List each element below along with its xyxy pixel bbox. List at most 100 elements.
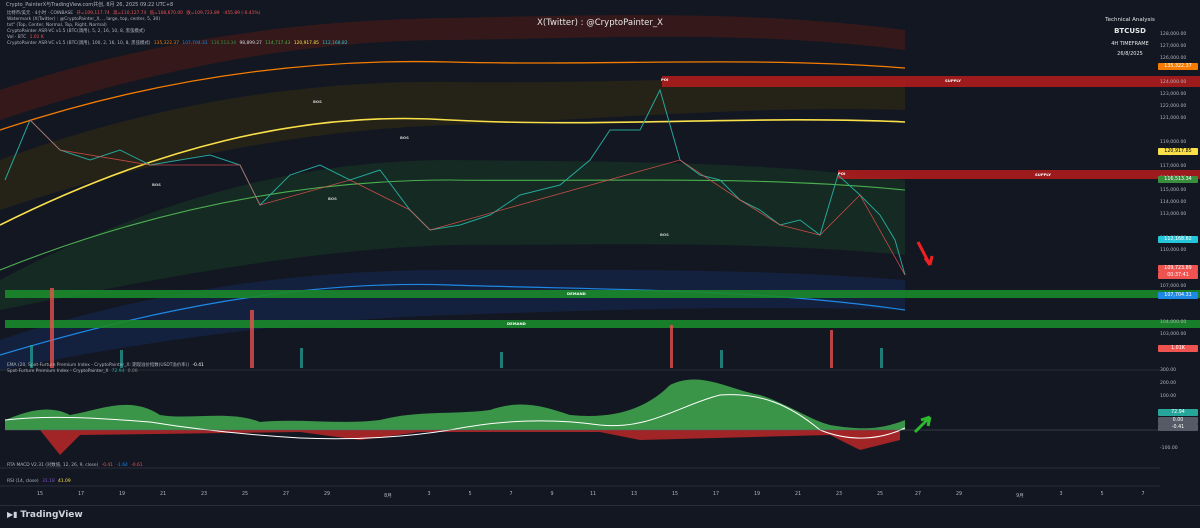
price-axis-label: 104,000.00 — [1160, 320, 1187, 325]
time-axis-label: 29 — [323, 492, 331, 497]
time-axis-label: 17 — [77, 492, 85, 497]
legend-close: 收=109,723.89 — [186, 11, 220, 16]
price-tag: 116,513.34 — [1158, 176, 1198, 183]
bos-label-1: BOS — [313, 99, 322, 104]
price-axis-label: 122,000.00 — [1160, 104, 1187, 109]
info-symbol: BTCUSD — [1114, 27, 1146, 35]
time-axis-label: 9 — [550, 492, 554, 497]
time-axis-label: 15 — [36, 492, 44, 497]
time-axis-label: 19 — [753, 492, 761, 497]
price-tag: 107,704.31 — [1158, 292, 1198, 299]
macd-v3: -0.61 — [131, 463, 143, 468]
watermark-text: X(Twitter) : @CryptoPainter_X — [537, 18, 663, 28]
time-axis-label: 29 — [955, 492, 963, 497]
osc-index-label: Spot-Furture Premium Index - CryptoPaint… — [7, 369, 109, 374]
rsi-v1: 31.18 — [42, 479, 55, 484]
supply-zone-2 — [838, 170, 1200, 179]
legend-line-6[interactable]: CryptoPainter ASR-VC v1.5 (BTC(调用), 100,… — [7, 41, 348, 47]
price-axis-label: 117,000.00 — [1160, 164, 1187, 169]
legend-open: 开=109,117.74 — [76, 11, 110, 16]
time-axis-label: 21 — [159, 492, 167, 497]
price-axis-label: 103,000.00 — [1160, 332, 1187, 337]
chart-title-bar: Crypto_PainterX与TradingView.com共创, 8月 26… — [0, 0, 1200, 10]
time-axis-label: 5 — [1100, 492, 1104, 497]
time-axis-label: 27 — [914, 492, 922, 497]
time-axis-label: 5 — [468, 492, 472, 497]
osc-ema-label: EMA (20, Spot-Furture Premium Index - Cr… — [7, 363, 190, 368]
legend-low: 低=108,670.00 — [149, 11, 183, 16]
osc-tag: 72.94 — [1158, 409, 1198, 416]
legend-line-1: 比特币/美元 · 4小时 · COINBASE 开=109,117.74 高=1… — [7, 11, 260, 17]
time-axis-label: 27 — [282, 492, 290, 497]
supply-zone-1 — [662, 76, 1200, 87]
bos-label-4: BOS — [328, 196, 337, 201]
info-date: 26/8/2025 — [1117, 51, 1143, 57]
supply-label-1: SUPPLY — [945, 78, 961, 83]
macd-v1: -0.41 — [101, 463, 114, 468]
osc-legend-1[interactable]: EMA (20, Spot-Furture Premium Index - Cr… — [7, 363, 204, 369]
time-axis-label: 15 — [671, 492, 679, 497]
asr-label: CryptoPainter ASR-VC v1.5 (BTC(调用), 100,… — [7, 41, 151, 46]
asr-val-2: 116,513.34 — [210, 41, 237, 46]
price-axis-label: 127,000.00 — [1160, 44, 1187, 49]
demand-zone-2 — [5, 320, 1200, 328]
price-axis-label: 126,000.00 — [1160, 56, 1187, 61]
bos-label-3: BOS — [152, 182, 161, 187]
price-tag: 109,723.89 — [1158, 265, 1198, 272]
price-tag: 112,168.82 — [1158, 236, 1198, 243]
time-axis-label: 13 — [630, 492, 638, 497]
vol-value: 1.01 K — [29, 35, 44, 40]
price-tag: 135,322.37 — [1158, 63, 1198, 70]
price-axis-label: 114,000.00 — [1160, 200, 1187, 205]
rsi-label: RSI (14, close) — [7, 479, 39, 484]
osc-axis-label: 100.00 — [1160, 394, 1177, 399]
main-chart-canvas[interactable] — [0, 10, 1200, 515]
time-axis-label: 11 — [589, 492, 597, 497]
osc-tag: -0.41 — [1158, 424, 1198, 431]
osc-legend-2[interactable]: Spot-Furture Premium Index - CryptoPaint… — [7, 369, 138, 375]
premium-index-neg — [40, 430, 900, 455]
price-axis-label: 119,000.00 — [1160, 140, 1187, 145]
osc-index-v2: 0.00 — [127, 369, 138, 374]
price-tag: 1.01K — [1158, 345, 1198, 352]
demand-zone-1 — [5, 290, 1200, 298]
info-timeframe: 4H TIMEFRAME — [1111, 41, 1149, 47]
time-axis-label: 23 — [200, 492, 208, 497]
legend-change: -455.89 (-0.41%) — [222, 11, 261, 16]
tradingview-logo-text: TradingView — [20, 510, 83, 520]
macd-v2: -1.64 — [116, 463, 128, 468]
legend-high: 高=110,127.74 — [113, 11, 147, 16]
price-axis-label: 121,000.00 — [1160, 116, 1187, 121]
legend-symbol[interactable]: 比特币/美元 · 4小时 · COINBASE — [7, 11, 73, 16]
price-axis-label: 123,000.00 — [1160, 92, 1187, 97]
poi-label-2: POI — [838, 171, 846, 176]
rsi-legend[interactable]: RSI (14, close) 31.18 41.09 — [7, 479, 71, 485]
osc-ema-value: -0.41 — [192, 363, 204, 368]
osc-axis-label: -100.00 — [1160, 446, 1178, 451]
demand-label-1: DEMAND — [567, 291, 586, 296]
poi-label-1: POI — [661, 77, 669, 82]
price-axis-label: 124,000.00 — [1160, 80, 1187, 85]
bos-label-2: BOS — [400, 135, 409, 140]
legend-line-4[interactable]: CryptoPainter ASR-VC v1.5 (BTC(调用), 5, 2… — [7, 29, 145, 35]
time-axis-label: 7 — [509, 492, 513, 497]
time-axis-label: 21 — [794, 492, 802, 497]
price-tag: 00:37:41 — [1158, 272, 1198, 279]
price-axis-label: 113,000.00 — [1160, 212, 1187, 217]
bos-label-5: BOS — [660, 232, 669, 237]
asr-val-6: 112,168.82 — [322, 41, 348, 46]
demand-label-2: DEMAND — [507, 321, 526, 326]
time-axis-label: 17 — [712, 492, 720, 497]
asr-val-3: 98,899.27 — [239, 41, 262, 46]
asr-val-1: 107,704.31 — [182, 41, 208, 46]
price-tag: 120,917.85 — [1158, 148, 1198, 155]
time-axis-label: 25 — [876, 492, 884, 497]
macd-legend[interactable]: RTA MACD V2.31 (对数值, 12, 26, 9, close) -… — [7, 463, 143, 469]
legend-line-5[interactable]: Vol · BTC 1.01 K — [7, 35, 44, 41]
time-axis-label: 7 — [1141, 492, 1145, 497]
rsi-v2: 41.09 — [58, 479, 71, 484]
time-axis-label: 3 — [1059, 492, 1063, 497]
info-title: Technical Analysis — [1105, 17, 1155, 23]
tradingview-logo[interactable]: ▶▮ TradingView — [7, 510, 83, 520]
time-axis-label: 25 — [241, 492, 249, 497]
